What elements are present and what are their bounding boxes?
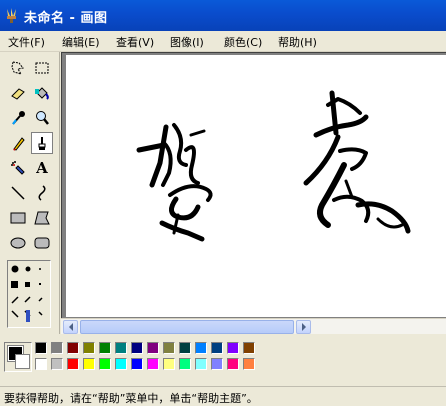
palette-swatch[interactable] — [243, 358, 255, 370]
magnifier-tool[interactable] — [31, 107, 53, 129]
line-icon — [11, 186, 25, 200]
airbrush-icon — [11, 161, 25, 175]
palette-swatch[interactable] — [83, 358, 95, 370]
brush-icon — [38, 137, 46, 150]
palette-swatch[interactable] — [147, 358, 159, 370]
ellipse-icon — [10, 237, 26, 249]
menu-view[interactable]: 查看(V) — [116, 34, 154, 50]
palette-swatch[interactable] — [227, 342, 239, 354]
palette-swatch[interactable] — [131, 358, 143, 370]
palette-swatch[interactable] — [51, 342, 63, 354]
palette-swatch[interactable] — [99, 342, 111, 354]
rect-select-tool[interactable] — [31, 57, 53, 79]
fill-bucket-icon — [35, 87, 49, 100]
rectangle-icon — [10, 212, 26, 224]
pencil-icon — [13, 137, 25, 151]
pencil-tool[interactable] — [7, 132, 29, 154]
calligraphy-drawing — [136, 90, 411, 242]
rectangle-tool[interactable] — [7, 207, 29, 229]
ellipse-tool[interactable] — [7, 232, 29, 254]
palette-swatch[interactable] — [211, 358, 223, 370]
rect-select-icon — [35, 62, 49, 74]
palette-swatch[interactable] — [179, 358, 191, 370]
palette-swatch[interactable] — [179, 342, 191, 354]
left-arrow-icon — [68, 323, 73, 331]
airbrush-tool[interactable] — [7, 157, 29, 179]
palette-swatch[interactable] — [51, 358, 63, 370]
menu-bar: 文件(F) 编辑(E) 查看(V) 图像(I) 颜色(C) 帮助(H) — [0, 31, 446, 52]
title-bar: 未命名 - 画图 — [0, 0, 446, 31]
eyedropper-icon — [12, 111, 25, 125]
palette-swatch[interactable] — [163, 342, 175, 354]
menu-help[interactable]: 帮助(H) — [278, 34, 317, 50]
rounded-rect-icon — [34, 237, 50, 249]
scroll-left-button[interactable] — [63, 320, 78, 334]
status-text: 要获得帮助，请在“帮助”菜单中，单击“帮助主题”。 — [4, 392, 258, 405]
horizontal-scrollbar[interactable] — [61, 318, 446, 334]
free-select-tool[interactable] — [7, 57, 29, 79]
palette-swatch[interactable] — [163, 358, 175, 370]
eraser-tool[interactable] — [7, 82, 29, 104]
palette-swatch[interactable] — [147, 342, 159, 354]
palette-swatch[interactable] — [115, 358, 127, 370]
eyedropper-tool[interactable] — [7, 107, 29, 129]
current-colors[interactable] — [4, 342, 32, 372]
free-select-icon — [11, 61, 24, 75]
brush-tool[interactable] — [31, 132, 53, 154]
palette-swatch[interactable] — [35, 342, 47, 354]
status-bar: 要获得帮助，请在“帮助”菜单中，单击“帮助主题”。 — [0, 386, 446, 406]
color-box — [0, 334, 446, 386]
curve-tool[interactable] — [31, 182, 53, 204]
curve-icon — [38, 185, 46, 201]
palette-swatch[interactable] — [99, 358, 111, 370]
right-arrow-icon — [301, 323, 306, 331]
palette-swatch[interactable] — [195, 358, 207, 370]
palette-swatch[interactable] — [35, 358, 47, 370]
polygon-icon — [34, 211, 50, 225]
paint-app-icon — [7, 8, 16, 23]
tool-options-panel — [7, 260, 51, 328]
tool-box: A — [0, 52, 60, 334]
scroll-thumb[interactable] — [80, 320, 294, 334]
menu-file[interactable]: 文件(F) — [8, 34, 45, 50]
brush-shape-options[interactable] — [8, 261, 50, 327]
line-tool[interactable] — [7, 182, 29, 204]
rounded-rect-tool[interactable] — [31, 232, 53, 254]
palette-swatch[interactable] — [83, 342, 95, 354]
window-title: 未命名 - 画图 — [24, 11, 108, 26]
text-icon: A — [36, 159, 48, 177]
palette-swatch[interactable] — [115, 342, 127, 354]
fill-tool[interactable] — [31, 82, 53, 104]
palette-swatch[interactable] — [243, 342, 255, 354]
drawing-canvas[interactable] — [66, 55, 446, 317]
menu-image[interactable]: 图像(I) — [170, 34, 204, 50]
text-tool[interactable]: A — [31, 157, 53, 179]
background-color — [15, 354, 30, 369]
palette-swatch[interactable] — [131, 342, 143, 354]
magnifier-icon — [36, 111, 49, 125]
eraser-icon — [11, 88, 25, 100]
menu-edit[interactable]: 编辑(E) — [62, 34, 100, 50]
palette-swatch[interactable] — [195, 342, 207, 354]
menu-colors[interactable]: 颜色(C) — [224, 34, 262, 50]
palette-swatch[interactable] — [211, 342, 223, 354]
scroll-right-button[interactable] — [296, 320, 311, 334]
palette-swatch[interactable] — [67, 342, 79, 354]
palette-swatch[interactable] — [67, 358, 79, 370]
canvas-area — [61, 52, 446, 318]
polygon-tool[interactable] — [31, 207, 53, 229]
palette-swatch[interactable] — [227, 358, 239, 370]
